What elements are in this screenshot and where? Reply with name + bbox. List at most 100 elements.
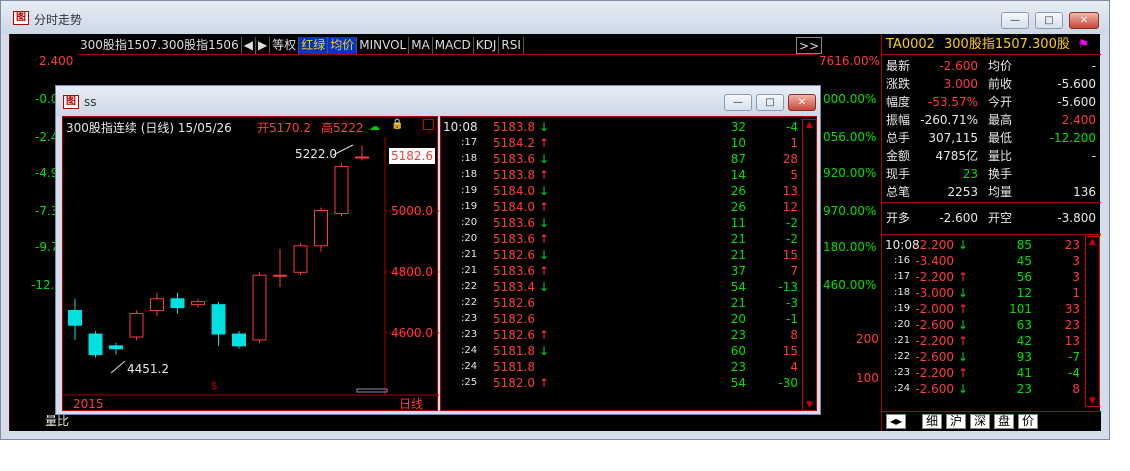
tick-scrollbar[interactable]: ▲ ▼ <box>1085 236 1100 407</box>
tab-nav-arrows[interactable]: ◂▸ <box>886 414 907 429</box>
trade-time: :23 <box>461 329 478 340</box>
trade-list: 10:08 5183.8 ↓ 32 -4:17 5184.2 ↑ 10 1:18 5183.6 ↓ 8… <box>440 116 817 411</box>
scroll-down-icon[interactable]: ▼ <box>1086 396 1099 406</box>
tab-detail[interactable]: 细 <box>922 414 943 429</box>
minvol-tab[interactable]: MINVOL <box>357 37 410 54</box>
period-label: 日线 <box>399 397 424 411</box>
tick-price: -2.200 <box>915 334 954 348</box>
quote-value: 4785亿 <box>935 149 978 163</box>
tick-arrow: ↑ <box>958 270 969 284</box>
tick-volume: 41 <box>1016 366 1032 380</box>
flag-icon[interactable]: ⚑ <box>1078 37 1089 51</box>
quote-label: 幅度 <box>886 95 911 109</box>
symbol-tab[interactable]: 300股指1507.300股指1506 <box>78 37 242 54</box>
trade-arrow: ↑ <box>539 264 550 278</box>
tick-arrow: ↑ <box>958 334 969 348</box>
tick-time: :19 <box>894 303 911 314</box>
trade-scroll-down-icon[interactable]: ▼ <box>803 400 816 410</box>
trade-volume: 10 <box>730 136 746 150</box>
tab-board[interactable]: 盘 <box>994 414 1015 429</box>
sub-title-bar: 图 ss — □ ✕ <box>56 86 820 116</box>
ma-tab[interactable]: MA <box>409 37 433 54</box>
tick-arrow: ↓ <box>958 382 969 396</box>
sub-close-button[interactable]: ✕ <box>788 94 816 111</box>
next-arrow-icon[interactable]: ▶ <box>256 37 271 54</box>
trade-price: 5181.8 <box>493 360 535 374</box>
trade-price: 5183.8 <box>493 120 535 134</box>
sub-maximize-button[interactable]: □ <box>756 94 784 111</box>
quote-value: -2.600 <box>939 211 978 225</box>
close-button[interactable]: ✕ <box>1069 12 1099 29</box>
trade-time: :21 <box>461 249 478 260</box>
tick-time: :16 <box>894 255 911 266</box>
quote-label: 前收 <box>988 77 1013 91</box>
candle-body <box>129 312 144 338</box>
scroll-right-button[interactable]: >> <box>796 37 823 54</box>
trade-time: :19 <box>461 201 478 212</box>
tab-price[interactable]: 价 <box>1018 414 1039 429</box>
trade-net: -3 <box>786 296 798 310</box>
quote-label: 今开 <box>988 95 1013 109</box>
candle-body <box>170 298 185 309</box>
equal-weight-tab[interactable]: 等权 <box>270 37 300 54</box>
trade-net: -4 <box>786 120 798 134</box>
tick-time: :20 <box>894 319 911 330</box>
rsi-tab[interactable]: RSI <box>499 37 524 54</box>
trade-net: 13 <box>782 184 798 198</box>
tick-time: :21 <box>894 335 911 346</box>
kdj-tab[interactable]: KDJ <box>474 37 500 54</box>
trade-time: :23 <box>461 313 478 324</box>
trade-price: 5183.4 <box>493 280 535 294</box>
quote-label: 涨跌 <box>886 77 911 91</box>
tab-shanghai[interactable]: 沪 <box>946 414 967 429</box>
quote-value: 307,115 <box>928 131 978 145</box>
minimize-button[interactable]: — <box>1001 12 1029 29</box>
quote-value: -2.600 <box>939 59 978 73</box>
macd-tab[interactable]: MACD <box>433 37 474 54</box>
quote-label: 量比 <box>988 149 1013 163</box>
trade-arrow: ↓ <box>539 120 550 134</box>
avg-price-tab[interactable]: 均价 <box>328 37 358 54</box>
trade-net: 28 <box>782 152 798 166</box>
prev-arrow-icon[interactable]: ◀ <box>242 37 256 54</box>
price-tick-5000: 5000.0 <box>391 204 433 218</box>
tab-shenzhen[interactable]: 深 <box>970 414 991 429</box>
quote-label: 金额 <box>886 149 911 163</box>
trade-volume: 87 <box>730 152 746 166</box>
trade-scrollbar[interactable]: ▲ ▼ <box>802 119 817 411</box>
quote-label: 换手 <box>988 167 1013 181</box>
annot-low: 4451.2 <box>127 362 169 376</box>
sub-minimize-button[interactable]: — <box>724 94 752 111</box>
tick-volume: 42 <box>1016 334 1032 348</box>
trade-arrow: ↑ <box>539 328 550 342</box>
kline-svg <box>63 137 439 396</box>
trade-net: -13 <box>778 280 798 294</box>
trade-scroll-up-icon[interactable]: ▲ <box>803 120 816 130</box>
tick-arrow: ↓ <box>958 318 969 332</box>
trade-price: 5184.0 <box>493 184 535 198</box>
quote-value: 3.000 <box>943 77 978 91</box>
price-tick-4800: 4800.0 <box>391 265 433 279</box>
tick-time: :22 <box>894 351 911 362</box>
quote-value: -3.800 <box>1057 211 1096 225</box>
maximize-button[interactable]: □ <box>1035 12 1063 29</box>
candle-body <box>314 210 328 247</box>
marker-icon: $ <box>211 381 218 392</box>
candle-body <box>293 245 308 273</box>
trade-arrow: ↑ <box>539 136 550 150</box>
trade-volume: 26 <box>730 184 746 198</box>
trade-volume: 23 <box>730 360 746 374</box>
title-bar: 图 分时走势 — □ ✕ <box>1 1 1109 34</box>
chart-toolbar: 300股指1507.300股指1506 ◀ ▶ 等权 红绿 均价 MINVOL MA MACD K… <box>78 37 823 55</box>
trade-price: 5182.6 <box>493 296 535 310</box>
trade-time: :25 <box>461 377 478 388</box>
candle-body <box>150 298 164 312</box>
tick-price: -2.600 <box>915 318 954 332</box>
red-green-tab[interactable]: 红绿 <box>299 37 329 54</box>
trade-volume: 32 <box>730 120 746 134</box>
trade-net: 15 <box>782 344 798 358</box>
quote-label: 总手 <box>886 131 911 145</box>
axis-right-4: 970.00% <box>823 204 877 218</box>
scroll-up-icon[interactable]: ▲ <box>1086 237 1099 247</box>
trade-net: 8 <box>790 328 798 342</box>
